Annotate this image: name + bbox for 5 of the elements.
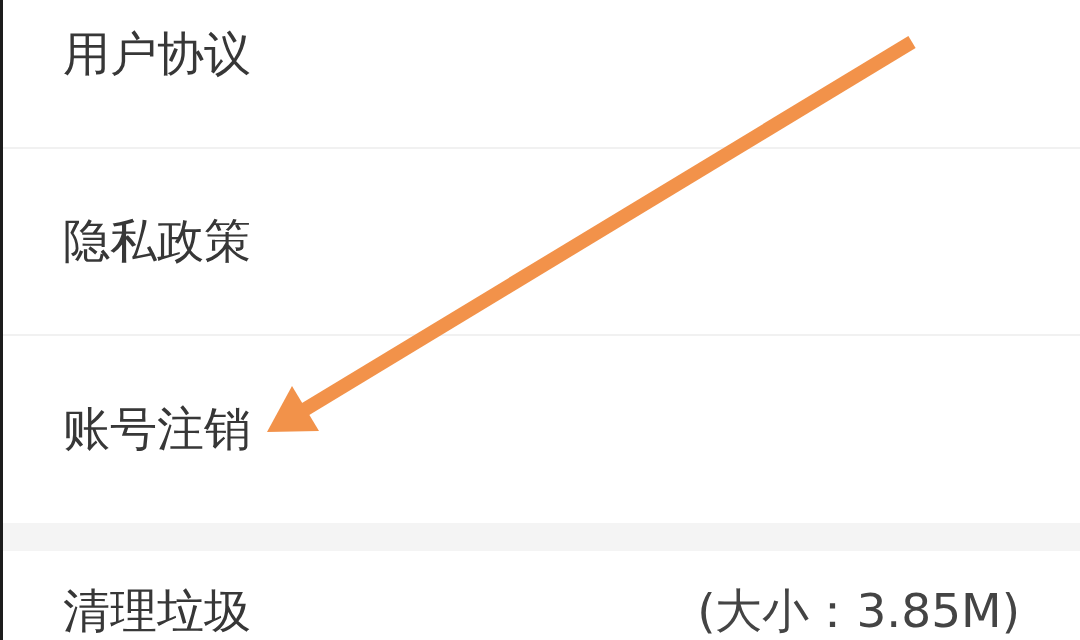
settings-item[interactable]: 用户协议 <box>63 27 251 82</box>
settings-item[interactable]: 清理垃圾 <box>63 584 251 639</box>
settings-item[interactable]: 隐私政策 <box>63 214 251 269</box>
cache-size-text: (大小：3.85M) <box>697 584 1020 639</box>
settings-item[interactable]: 账号注销 <box>63 402 251 457</box>
